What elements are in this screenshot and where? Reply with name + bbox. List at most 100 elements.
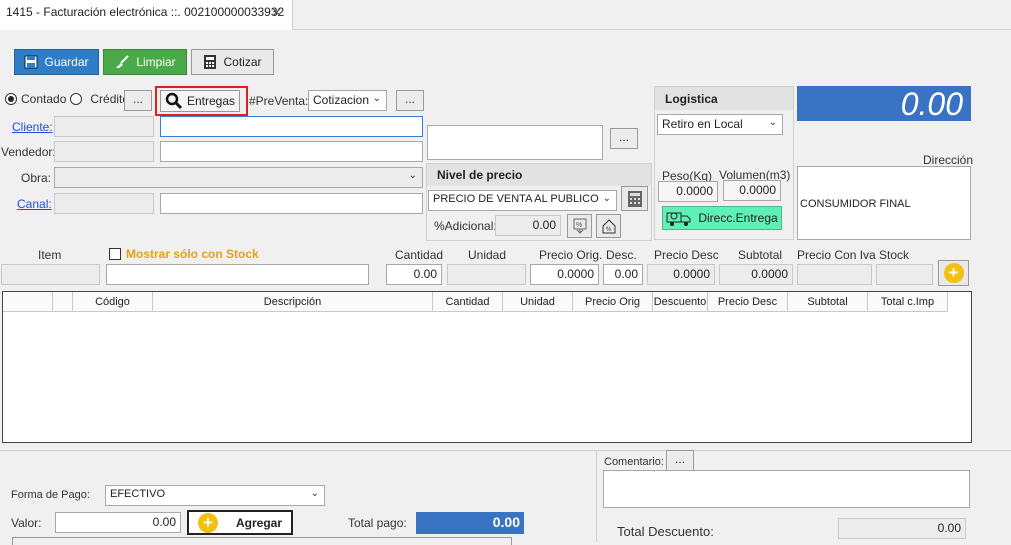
chevron-down-icon: ⌄	[310, 488, 319, 499]
vendedor-name-input[interactable]	[160, 141, 423, 162]
svg-text:%: %	[606, 227, 612, 233]
add-item-button[interactable]: +	[938, 260, 969, 286]
logistics-mode-value: Retiro en Local	[662, 117, 743, 131]
clear-button[interactable]: Limpiar	[103, 49, 187, 75]
grid-header-precio-desc[interactable]: Precio Desc	[708, 292, 788, 312]
cliente-label[interactable]: Cliente:	[12, 120, 53, 134]
quote-button[interactable]: Cotizar	[191, 49, 274, 75]
agregar-button[interactable]: + Agregar	[187, 510, 293, 535]
cantidad-label: Cantidad	[395, 248, 444, 262]
grid-header-descuento[interactable]: Descuento	[653, 292, 708, 312]
floppy-icon	[24, 55, 38, 69]
precio-orig-label: Precio Orig.	[539, 248, 603, 262]
unidad-input[interactable]	[447, 264, 526, 285]
desc-input[interactable]: 0.00	[603, 264, 643, 285]
vendedor-code-input[interactable]	[54, 141, 154, 162]
payments-list[interactable]	[12, 537, 512, 545]
calculator-icon	[627, 190, 642, 207]
preventa-dots-button[interactable]: ...	[396, 90, 424, 111]
percent-down-icon: %	[573, 218, 586, 234]
price-level-select[interactable]: PRECIO DE VENTA AL PUBLICO ⌄	[428, 190, 617, 211]
apply-percent-button[interactable]: %	[567, 214, 592, 238]
item-description-input[interactable]	[106, 264, 369, 285]
grid-header-flag	[53, 292, 73, 312]
valor-input[interactable]: 0.00	[55, 512, 181, 533]
grid-header-codigo[interactable]: Código	[73, 292, 153, 312]
logistics-mode-select[interactable]: Retiro en Local ⌄	[657, 114, 783, 135]
tab-bar: 1415 - Facturación electrónica ::. 00210…	[0, 0, 1011, 30]
cantidad-input[interactable]: 0.00	[386, 264, 442, 285]
grid-header-descripcion[interactable]: Descripción	[153, 292, 433, 312]
tab-title: 1415 - Facturación electrónica ::. 00210…	[6, 5, 285, 19]
comentario-dots[interactable]: ...	[666, 450, 694, 471]
customer-extra-box[interactable]	[427, 125, 603, 160]
subtotal-input: 0.0000	[719, 264, 793, 285]
calculator-icon	[204, 55, 217, 69]
stock-only-label: Mostrar sólo con Stock	[126, 247, 259, 261]
chevron-down-icon: ⌄	[372, 93, 381, 104]
total-pago-label: Total pago:	[348, 516, 407, 530]
adicional-input[interactable]: 0.00	[495, 215, 561, 236]
credit-dots-button[interactable]: ...	[124, 90, 152, 111]
items-grid[interactable]: Código Descripción Cantidad Unidad Preci…	[2, 291, 972, 443]
save-label: Guardar	[44, 55, 89, 69]
chevron-down-icon: ⌄	[768, 117, 777, 128]
obra-label: Obra:	[21, 171, 52, 185]
peso-input[interactable]: 0.0000	[658, 181, 718, 202]
item-code-input[interactable]	[1, 264, 100, 285]
grid-header-unidad[interactable]: Unidad	[503, 292, 573, 312]
logistics-title: Logistica	[655, 87, 793, 110]
price-level-title: Nivel de precio	[427, 164, 651, 186]
apply-home-price-button[interactable]: %	[596, 214, 621, 238]
forma-pago-value: EFECTIVO	[110, 488, 166, 500]
direccion-entrega-label: Direcc.Entrega	[698, 211, 778, 225]
precio-iva-label: Precio Con Iva	[797, 248, 876, 262]
chevron-down-icon: ⌄	[602, 193, 611, 204]
precio-iva-input	[797, 264, 872, 285]
valor-label: Valor:	[11, 516, 42, 530]
stock-only-checkbox[interactable]	[109, 248, 121, 260]
precio-orig-input[interactable]: 0.0000	[530, 264, 599, 285]
cliente-code-input[interactable]	[54, 116, 154, 137]
contado-radio[interactable]	[5, 93, 17, 105]
grid-header-total-imp[interactable]: Total c.Imp	[868, 292, 948, 312]
customer-extra-dots[interactable]: ...	[610, 128, 638, 149]
precio-desc-label: Precio Desc	[654, 248, 719, 262]
cliente-name-input[interactable]	[160, 116, 423, 137]
entregas-button[interactable]: Entregas	[160, 90, 240, 112]
subtotal-label: Subtotal	[738, 248, 783, 262]
obra-select[interactable]: ⌄	[54, 167, 423, 188]
total-descuento-label: Total Descuento:	[617, 524, 714, 539]
grid-header-subtotal[interactable]: Subtotal	[788, 292, 868, 312]
grid-header-cantidad[interactable]: Cantidad	[433, 292, 503, 312]
preventa-label: #PreVenta:	[249, 94, 309, 108]
tab-facturacion[interactable]: 1415 - Facturación electrónica ::. 00210…	[0, 0, 293, 30]
direccion-label: Dirección	[923, 153, 974, 167]
svg-text:%: %	[576, 222, 582, 229]
comentario-input[interactable]	[603, 470, 970, 508]
quote-label: Cotizar	[223, 55, 262, 69]
forma-pago-label: Forma de Pago:	[11, 489, 90, 501]
vendedor-label: Vendedor:	[1, 145, 56, 159]
search-icon	[165, 92, 183, 110]
credito-radio[interactable]	[70, 93, 83, 105]
direccion-box[interactable]: CONSUMIDOR FINAL	[797, 166, 971, 240]
preventa-value: Cotizacion	[313, 93, 370, 107]
canal-label[interactable]: Canal:	[17, 197, 52, 211]
total-descuento-value: 0.00	[838, 518, 966, 539]
save-button[interactable]: Guardar	[14, 49, 99, 75]
plus-icon: +	[197, 512, 218, 533]
price-calculator-button[interactable]	[621, 186, 648, 211]
item-label: Item	[38, 248, 62, 262]
close-icon[interactable]: ✕	[271, 5, 282, 21]
canal-code-input[interactable]	[54, 193, 154, 214]
payment-type: Contado Crédito	[5, 92, 129, 106]
volumen-input[interactable]: 0.0000	[723, 180, 781, 201]
direccion-entrega-button[interactable]: Direcc.Entrega	[662, 206, 782, 230]
canal-name-input[interactable]	[160, 193, 423, 214]
grid-header-precio-orig[interactable]: Precio Orig	[573, 292, 653, 312]
stock-only-option[interactable]: Mostrar sólo con Stock	[109, 247, 259, 261]
agregar-label: Agregar	[235, 515, 282, 530]
preventa-select[interactable]: Cotizacion ⌄	[308, 90, 387, 111]
forma-pago-select[interactable]: EFECTIVO ⌄	[105, 485, 325, 506]
